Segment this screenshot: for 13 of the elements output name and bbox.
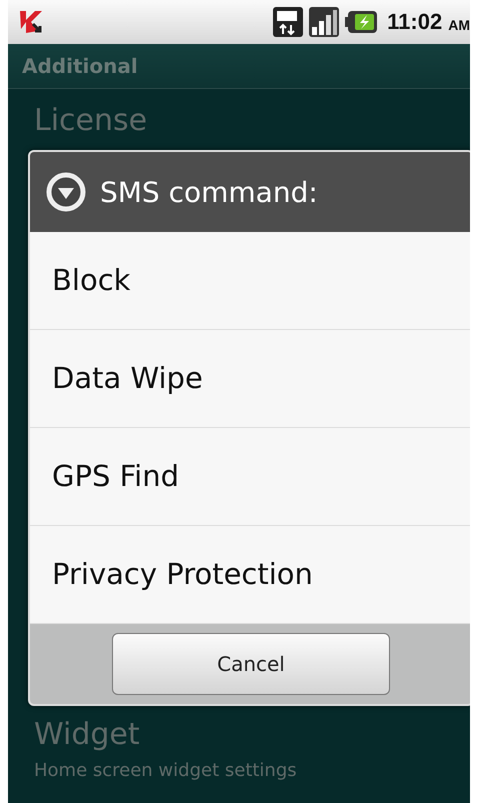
dialog-title: SMS command: bbox=[100, 176, 318, 208]
battery-charging-icon bbox=[345, 11, 378, 33]
cancel-button[interactable]: Cancel bbox=[112, 633, 390, 695]
command-option[interactable]: Data Wipe bbox=[30, 330, 470, 428]
section-header: Additional bbox=[8, 44, 470, 89]
command-option[interactable]: GPS Find bbox=[30, 428, 470, 526]
dropdown-circle-icon bbox=[46, 172, 86, 212]
setting-subtitle: Home screen widget settings bbox=[34, 760, 298, 781]
command-option[interactable]: Privacy Protection bbox=[30, 526, 470, 624]
command-option[interactable]: Block bbox=[30, 232, 470, 330]
signal-icon bbox=[309, 7, 340, 37]
clock-ampm: AM bbox=[448, 17, 470, 33]
clock-time: 11:02 bbox=[387, 9, 442, 35]
